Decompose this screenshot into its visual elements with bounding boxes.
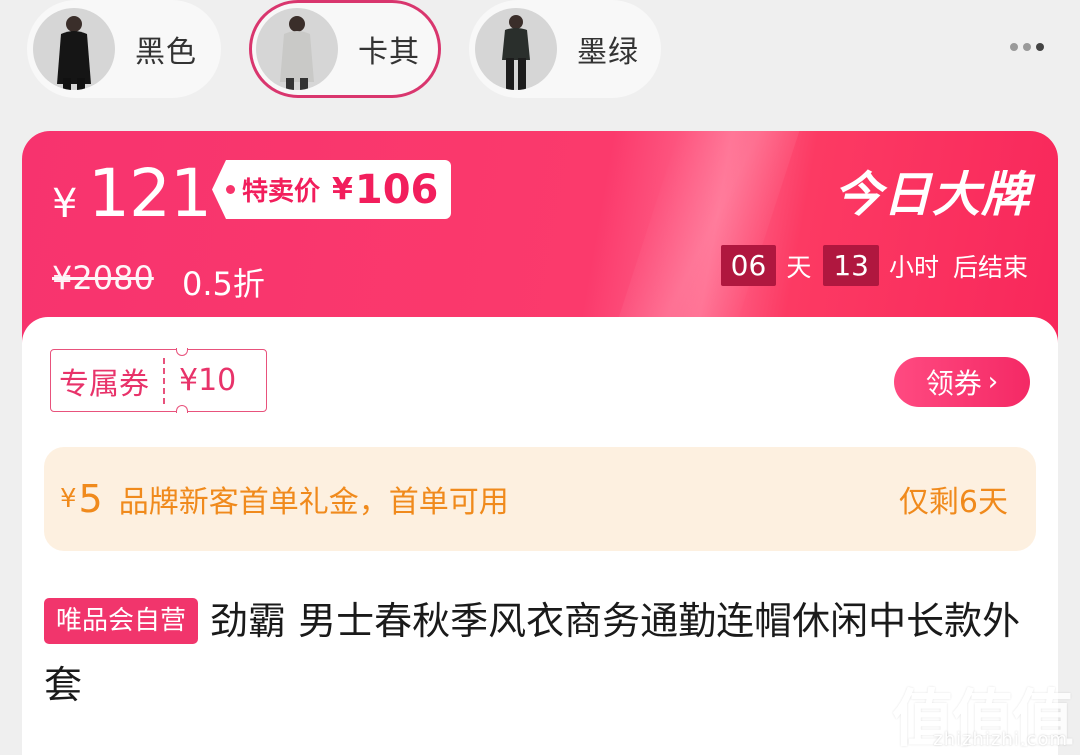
gift-description: 品牌新客首单礼金，首单可用: [118, 485, 509, 520]
discount-label: 0.5折: [182, 265, 265, 303]
countdown-hours-unit: 小时: [888, 252, 939, 282]
gift-currency: ¥: [60, 484, 77, 514]
special-price-currency: ¥: [332, 172, 353, 207]
new-customer-gift-banner[interactable]: ¥ 5 品牌新客首单礼金，首单可用 仅剩6天: [44, 447, 1036, 551]
variant-chip-darkgreen[interactable]: 墨绿: [469, 0, 661, 98]
variant-thumbnail: [475, 8, 557, 90]
countdown-hours: 13: [823, 245, 879, 286]
tag-hole-icon: [226, 185, 235, 194]
special-price-label: 特卖价: [242, 177, 321, 207]
coupon-divider: [163, 357, 165, 404]
watermark-url: zhizhizhi.com: [933, 729, 1068, 750]
countdown-days-unit: 天: [786, 252, 812, 282]
variant-thumbnail: [256, 8, 338, 90]
get-coupon-button[interactable]: 领券 ›: [894, 357, 1030, 407]
more-options-icon[interactable]: [1010, 43, 1044, 51]
countdown-timer: 06 天 13 小时 后结束: [720, 245, 1028, 286]
variant-chip-black[interactable]: 黑色: [27, 0, 221, 98]
gift-remaining-days: 仅剩6天: [898, 485, 1008, 520]
original-price: ¥2080: [52, 259, 154, 297]
coupon-name: 专属券: [59, 366, 149, 402]
product-title: 唯品会自营 劲霸 男士春秋季风衣商务通勤连帽休闲中长款外套: [44, 589, 1034, 717]
variant-label: 卡其: [358, 35, 420, 70]
special-price-tag: 特卖价 ¥ 106: [212, 160, 451, 219]
gift-amount: 5: [78, 477, 103, 521]
brand-event-logo: 今日大牌: [833, 167, 1030, 223]
get-coupon-label: 领券: [925, 367, 982, 400]
countdown-days: 06: [720, 245, 777, 286]
variant-label: 黑色: [135, 35, 197, 70]
countdown-suffix: 后结束: [952, 252, 1028, 282]
variant-thumbnail: [33, 8, 115, 90]
coupon-amount: ¥10: [179, 363, 237, 398]
product-promo-card: ¥ 121 特卖价 ¥ 106 ¥2080 0.5折 今日大牌 06 天 13 …: [22, 131, 1058, 755]
chevron-right-icon: ›: [987, 367, 999, 397]
exclusive-coupon[interactable]: 专属券 ¥10: [50, 348, 267, 413]
variant-label: 墨绿: [577, 35, 639, 70]
variant-chip-khaki[interactable]: 卡其: [249, 0, 441, 98]
special-price-value: 106: [354, 166, 439, 213]
current-price: 121: [88, 155, 212, 232]
price-currency: ¥: [52, 181, 78, 227]
self-operated-badge: 唯品会自营: [44, 598, 199, 644]
